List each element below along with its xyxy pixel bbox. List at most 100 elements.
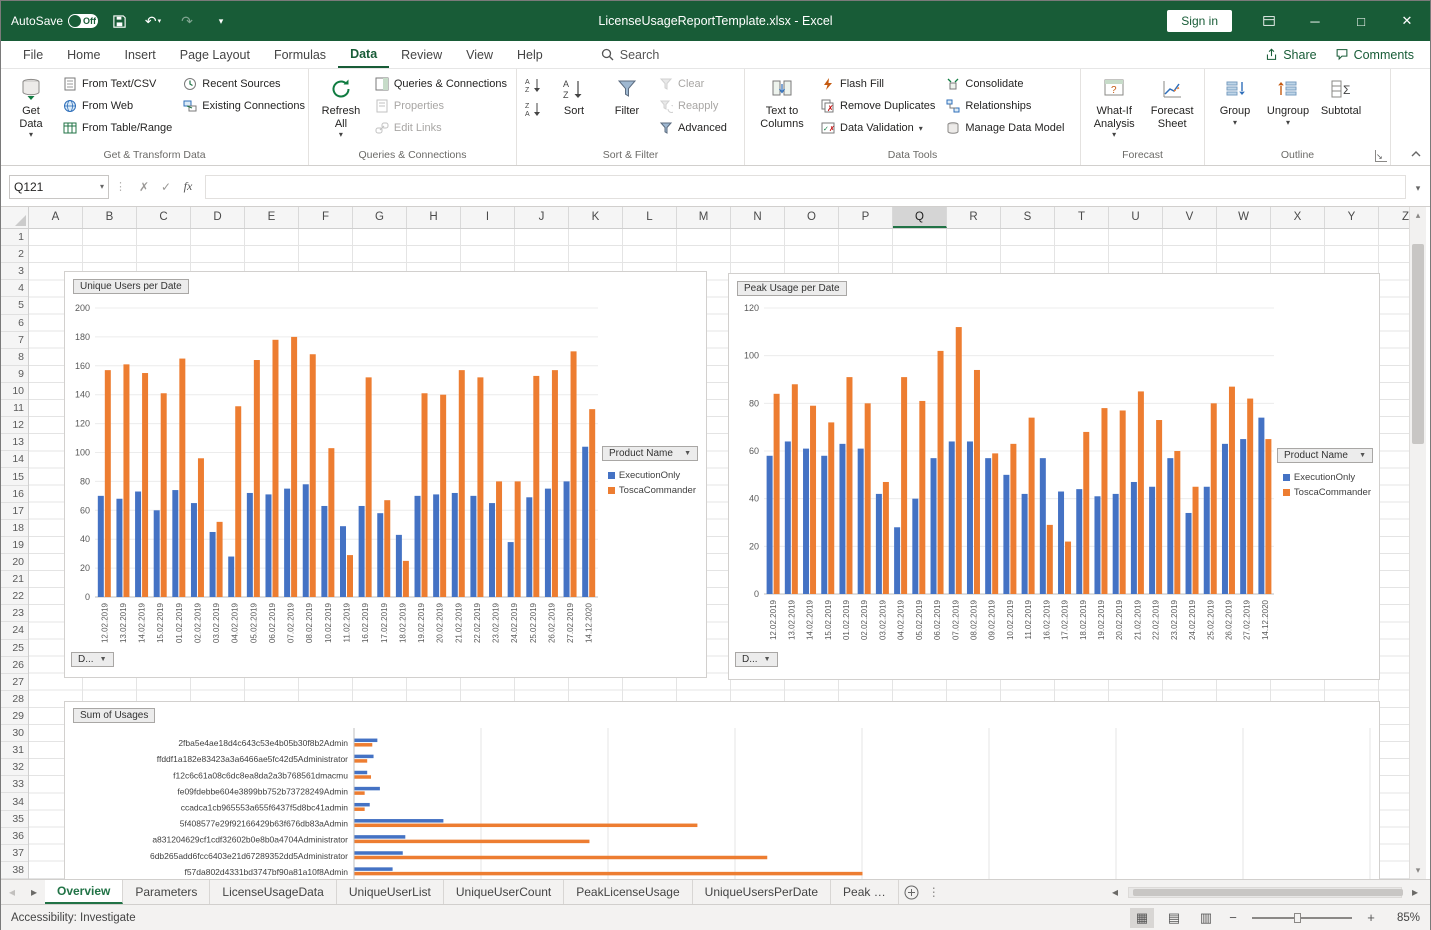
row-header-13[interactable]: 13 (1, 434, 28, 451)
column-header-T[interactable]: T (1055, 207, 1109, 228)
row-header-11[interactable]: 11 (1, 400, 28, 417)
formula-input[interactable] (205, 175, 1406, 199)
accessibility-status[interactable]: Accessibility: Investigate (11, 912, 136, 924)
horizontal-scroll-track[interactable] (1128, 887, 1402, 898)
flash-fill-button[interactable]: Flash Fill (817, 73, 939, 95)
sheet-tab-uniqueusercount[interactable]: UniqueUserCount (444, 880, 564, 904)
axis-field-button[interactable]: D... ▼ (735, 652, 778, 667)
consolidate-button[interactable]: Consolidate (942, 73, 1068, 95)
group-button[interactable]: Group ▾ (1210, 72, 1260, 129)
tab-help[interactable]: Help (505, 43, 555, 67)
tab-view[interactable]: View (454, 43, 505, 67)
scroll-up-button[interactable]: ▴ (1410, 207, 1426, 224)
maximize-button[interactable]: □ (1338, 1, 1384, 41)
hscroll-left-button[interactable]: ◂ (1104, 885, 1126, 899)
sheet-tab-parameters[interactable]: Parameters (123, 880, 210, 904)
zoom-slider[interactable] (1252, 917, 1352, 919)
sort-descending-button[interactable]: ZA (522, 98, 546, 120)
redo-button[interactable]: ↷ (174, 8, 200, 34)
column-header-M[interactable]: M (677, 207, 731, 228)
sheet-tab-licenseusagedata[interactable]: LicenseUsageData (210, 880, 336, 904)
sheet-grid[interactable]: Unique Users per Date 020406080100120140… (29, 229, 1409, 879)
column-header-R[interactable]: R (947, 207, 1001, 228)
row-header-7[interactable]: 7 (1, 332, 28, 349)
row-header-24[interactable]: 24 (1, 622, 28, 639)
column-header-H[interactable]: H (407, 207, 461, 228)
sheet-nav-right-button[interactable]: ▸ (23, 880, 45, 904)
sheet-tab-uniqueuserlist[interactable]: UniqueUserList (337, 880, 444, 904)
zoom-out-button[interactable]: − (1226, 910, 1240, 925)
data-validation-button[interactable]: ✓✗ Data Validation ▾ (817, 117, 939, 139)
row-header-18[interactable]: 18 (1, 520, 28, 537)
zoom-in-button[interactable]: + (1364, 910, 1378, 925)
sign-in-button[interactable]: Sign in (1167, 10, 1232, 32)
vertical-scroll-track[interactable] (1410, 224, 1426, 862)
column-header-U[interactable]: U (1109, 207, 1163, 228)
row-header-34[interactable]: 34 (1, 793, 28, 810)
confirm-entry-button[interactable]: ✓ (155, 180, 177, 194)
chart-sum-of-usages[interactable]: Sum of Usages 2fba5e4ae18d4c643c53e4b05b… (64, 701, 1380, 879)
column-header-P[interactable]: P (839, 207, 893, 228)
column-header-I[interactable]: I (461, 207, 515, 228)
remove-duplicates-button[interactable]: ✗ Remove Duplicates (817, 95, 939, 117)
row-header-12[interactable]: 12 (1, 417, 28, 434)
advanced-filter-button[interactable]: Advanced (655, 117, 731, 139)
new-sheet-button[interactable] (899, 880, 925, 904)
tab-home[interactable]: Home (55, 43, 112, 67)
row-header-15[interactable]: 15 (1, 468, 28, 485)
column-header-V[interactable]: V (1163, 207, 1217, 228)
column-header-J[interactable]: J (515, 207, 569, 228)
row-header-26[interactable]: 26 (1, 657, 28, 674)
normal-view-button[interactable]: ▦ (1130, 908, 1154, 928)
hscroll-right-button[interactable]: ▸ (1404, 885, 1426, 899)
column-header-A[interactable]: A (29, 207, 83, 228)
edit-links-button[interactable]: Edit Links (371, 117, 511, 139)
recent-sources-button[interactable]: Recent Sources (179, 73, 309, 95)
autosave-switch[interactable]: Off (68, 14, 98, 28)
share-button[interactable]: Share (1265, 48, 1316, 62)
refresh-all-button[interactable]: Refresh All ▾ (314, 72, 368, 141)
zoom-slider-thumb[interactable] (1294, 913, 1301, 923)
ungroup-button[interactable]: Ungroup ▾ (1263, 72, 1313, 129)
select-all-corner[interactable] (1, 207, 29, 229)
row-header-10[interactable]: 10 (1, 383, 28, 400)
row-header-1[interactable]: 1 (1, 229, 28, 246)
zoom-level[interactable]: 85% (1386, 912, 1420, 924)
horizontal-scroll-thumb[interactable] (1133, 889, 1403, 896)
row-header-17[interactable]: 17 (1, 503, 28, 520)
forecast-sheet-button[interactable]: Forecast Sheet (1145, 72, 1199, 132)
row-header-5[interactable]: 5 (1, 297, 28, 314)
row-header-22[interactable]: 22 (1, 588, 28, 605)
tab-insert[interactable]: Insert (113, 43, 168, 67)
clear-filter-button[interactable]: Clear (655, 73, 731, 95)
tab-formulas[interactable]: Formulas (262, 43, 338, 67)
column-header-L[interactable]: L (623, 207, 677, 228)
legend-field-button[interactable]: Product Name ▼ (602, 446, 698, 461)
page-layout-view-button[interactable]: ▤ (1162, 908, 1186, 928)
cancel-entry-button[interactable]: ✗ (133, 180, 155, 194)
search-box[interactable]: Search (601, 48, 660, 62)
page-break-view-button[interactable]: ▥ (1194, 908, 1218, 928)
column-header-K[interactable]: K (569, 207, 623, 228)
undo-button[interactable]: ↶▾ (140, 8, 166, 34)
customize-qat-button[interactable]: ▾ (208, 8, 234, 34)
sheet-nav-left-button[interactable]: ◂ (1, 880, 23, 904)
filter-button[interactable]: Filter (602, 72, 652, 120)
row-header-37[interactable]: 37 (1, 845, 28, 862)
existing-connections-button[interactable]: Existing Connections (179, 95, 309, 117)
row-header-25[interactable]: 25 (1, 640, 28, 657)
chart-title-button[interactable]: Peak Usage per Date (737, 281, 847, 296)
column-header-E[interactable]: E (245, 207, 299, 228)
queries-connections-button[interactable]: Queries & Connections (371, 73, 511, 95)
row-header-36[interactable]: 36 (1, 828, 28, 845)
column-header-O[interactable]: O (785, 207, 839, 228)
sheet-tab-peaklicenseusage[interactable]: PeakLicenseUsage (564, 880, 692, 904)
subtotal-button[interactable]: Σ Subtotal (1316, 72, 1366, 120)
column-header-Y[interactable]: Y (1325, 207, 1379, 228)
column-header-W[interactable]: W (1217, 207, 1271, 228)
sheet-tab-overview[interactable]: Overview (45, 880, 123, 904)
collapse-ribbon-button[interactable] (1410, 147, 1422, 161)
properties-button[interactable]: Properties (371, 95, 511, 117)
tab-file[interactable]: File (11, 43, 55, 67)
from-web-button[interactable]: From Web (59, 95, 176, 117)
